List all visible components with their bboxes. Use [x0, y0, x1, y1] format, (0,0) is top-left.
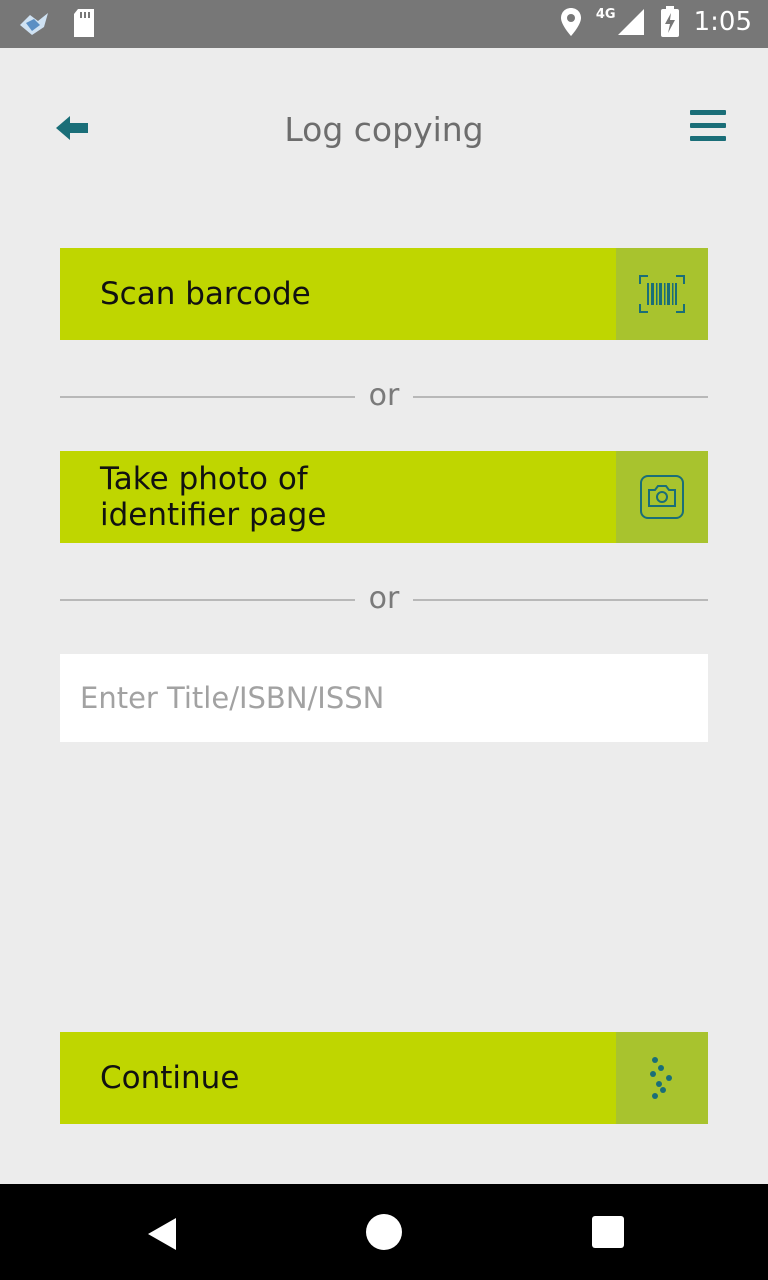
- network-type: 4G: [595, 6, 616, 22]
- recents-square-icon[interactable]: [592, 1216, 624, 1248]
- status-left: [18, 8, 96, 38]
- or-divider: or: [60, 376, 708, 416]
- take-photo-button[interactable]: Take photo of identifier page: [60, 451, 708, 543]
- sd-card-icon: [74, 9, 94, 37]
- take-photo-label: Take photo of identifier page: [100, 461, 327, 533]
- scan-barcode-button[interactable]: Scan barcode: [60, 248, 708, 340]
- signal-icon: [617, 9, 644, 35]
- barcode-scan-icon: [639, 275, 685, 313]
- continue-button[interactable]: Continue: [60, 1032, 708, 1124]
- status-bar: 4G 1:05: [0, 0, 768, 48]
- status-right: 4G 1:05: [560, 6, 752, 38]
- system-nav-bar: [0, 1184, 768, 1280]
- continue-label: Continue: [100, 1060, 240, 1096]
- photo-icon-box: [616, 451, 708, 543]
- home-circle-icon[interactable]: [366, 1214, 402, 1250]
- dots-arrow-icon: [650, 1057, 672, 1099]
- title-isbn-input[interactable]: [60, 654, 708, 742]
- app-header: Log copying: [0, 48, 768, 212]
- scan-barcode-label: Scan barcode: [100, 276, 311, 312]
- status-time: 1:05: [693, 7, 752, 37]
- scan-icon-box: [616, 248, 708, 340]
- back-triangle-icon[interactable]: [142, 1214, 182, 1254]
- location-icon: [560, 8, 581, 36]
- menu-button[interactable]: [690, 110, 726, 146]
- battery-charging-icon: [660, 6, 679, 37]
- page-title: Log copying: [284, 110, 484, 149]
- continue-icon-box: [616, 1032, 708, 1124]
- hamburger-menu-icon: [690, 110, 726, 115]
- camera-icon: [640, 475, 684, 519]
- or-divider-2: or: [60, 579, 708, 619]
- app-notification-icon: [20, 13, 48, 35]
